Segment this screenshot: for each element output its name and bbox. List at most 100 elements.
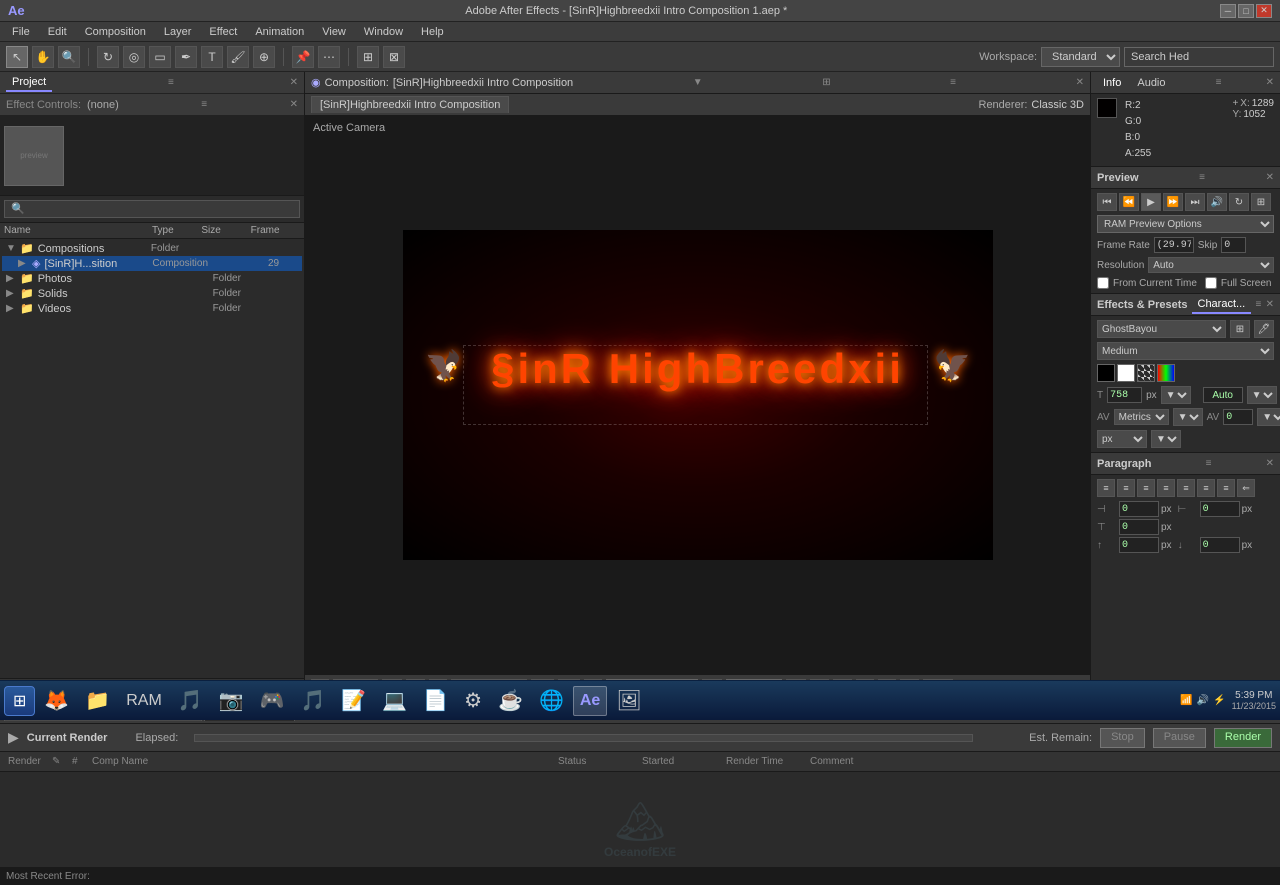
tool-hand[interactable]: ✋ xyxy=(32,46,54,68)
auto-unit-select[interactable]: ▼ xyxy=(1247,386,1277,404)
list-item[interactable]: ▼ 📁 Compositions Folder xyxy=(2,241,302,256)
tool-3d-a[interactable]: ⊞ xyxy=(357,46,379,68)
justify-center-btn[interactable]: ≡ xyxy=(1177,479,1195,497)
resolution-select[interactable]: Auto xyxy=(1148,257,1274,273)
render-button[interactable]: Render xyxy=(1214,728,1272,748)
preview-panel-close[interactable]: ✕ xyxy=(1266,172,1274,183)
main-unit-select[interactable]: px xyxy=(1097,430,1147,448)
prev-loop-btn[interactable]: ↻ xyxy=(1229,193,1249,211)
taskbar-aftereffects[interactable]: Ae xyxy=(573,686,607,716)
panel-menu-btn[interactable]: ≡ xyxy=(168,77,174,88)
preview-panel-menu[interactable]: ≡ xyxy=(1199,172,1205,183)
align-left-btn[interactable]: ≡ xyxy=(1097,479,1115,497)
comp-snap-btn[interactable]: ⊞ xyxy=(822,77,830,88)
taskbar-explorer[interactable]: 📁 xyxy=(78,686,117,716)
color-transparent[interactable] xyxy=(1137,364,1155,382)
close-button[interactable]: ✕ xyxy=(1256,4,1272,18)
main-unit-dropdown[interactable]: ▼ xyxy=(1151,430,1181,448)
comp-panel-close[interactable]: ✕ xyxy=(1076,77,1084,88)
metrics-select[interactable]: Metrics xyxy=(1114,409,1169,425)
tab-info[interactable]: Info xyxy=(1097,75,1127,91)
stop-button[interactable]: Stop xyxy=(1100,728,1145,748)
tool-rect[interactable]: ▭ xyxy=(149,46,171,68)
taskbar-word[interactable]: 📄 xyxy=(416,686,455,716)
metrics-dropdown[interactable]: ▼ xyxy=(1173,408,1203,426)
taskbar-spotify[interactable]: 🎵 xyxy=(294,686,333,716)
taskbar-camera[interactable]: 📷 xyxy=(212,686,251,716)
comp-tab[interactable]: [SinR]Highbreedxii Intro Composition xyxy=(311,96,509,113)
color-black[interactable] xyxy=(1097,364,1115,382)
comp-menu-btn[interactable]: ▼ xyxy=(693,77,703,88)
effect-panel-close[interactable]: ✕ xyxy=(290,99,298,110)
tool-3d-b[interactable]: ⊠ xyxy=(383,46,405,68)
menu-effect[interactable]: Effect xyxy=(201,24,245,40)
space-before-input[interactable] xyxy=(1119,537,1159,553)
para-panel-menu[interactable]: ≡ xyxy=(1206,458,1212,469)
justify-left-btn[interactable]: ≡ xyxy=(1157,479,1175,497)
project-search-input[interactable] xyxy=(4,200,300,218)
font-style-select[interactable]: Medium xyxy=(1097,342,1274,360)
workspace-select[interactable]: Standard xyxy=(1041,47,1120,67)
taskbar-browser[interactable]: 🌐 xyxy=(532,686,571,716)
effects-panel-close[interactable]: ✕ xyxy=(1266,299,1274,310)
skip-input[interactable] xyxy=(1221,237,1246,253)
color-rainbow[interactable] xyxy=(1157,364,1175,382)
tool-rotate[interactable]: ↻ xyxy=(97,46,119,68)
info-panel-close[interactable]: ✕ xyxy=(1266,77,1274,88)
tool-zoom[interactable]: 🔍 xyxy=(58,46,80,68)
effect-panel-menu[interactable]: ≡ xyxy=(201,99,207,110)
font-browse-btn[interactable]: ⊞ xyxy=(1230,320,1250,338)
tool-cam-orbit[interactable]: ◎ xyxy=(123,46,145,68)
minimize-button[interactable]: ─ xyxy=(1220,4,1236,18)
tab-project[interactable]: Project xyxy=(6,74,52,92)
indent-left-input[interactable] xyxy=(1119,501,1159,517)
taskbar-game[interactable]: 🎮 xyxy=(253,686,292,716)
menu-file[interactable]: File xyxy=(4,24,38,40)
from-current-checkbox[interactable] xyxy=(1097,277,1109,289)
list-item[interactable]: ▶ 📁 Photos Folder xyxy=(2,271,302,286)
para-panel-close[interactable]: ✕ xyxy=(1266,458,1274,469)
prev-play-btn[interactable]: ▶ xyxy=(1141,193,1161,211)
tool-clone[interactable]: ⊕ xyxy=(253,46,275,68)
color-white[interactable] xyxy=(1117,364,1135,382)
kerning-input[interactable] xyxy=(1223,409,1253,425)
taskbar-coffee[interactable]: ☕ xyxy=(491,686,530,716)
font-color-btn[interactable]: 🖊 xyxy=(1254,320,1274,338)
font-select[interactable]: GhostBayou xyxy=(1097,320,1226,338)
auto-input[interactable] xyxy=(1203,387,1243,403)
viewport[interactable]: Active Camera 🦅 §inR HighBreedxii 🦅 xyxy=(305,116,1090,674)
tab-audio[interactable]: Audio xyxy=(1131,75,1171,91)
size-unit-select[interactable]: ▼ xyxy=(1161,386,1191,404)
menu-view[interactable]: View xyxy=(314,24,354,40)
tool-pen[interactable]: ✒ xyxy=(175,46,197,68)
prev-first-btn[interactable]: ⏮ xyxy=(1097,193,1117,211)
prev-last-btn[interactable]: ⏭ xyxy=(1185,193,1205,211)
rtl-btn[interactable]: ⇐ xyxy=(1237,479,1255,497)
prev-prev-btn[interactable]: ⏪ xyxy=(1119,193,1139,211)
kerning-dropdown[interactable]: ▼ xyxy=(1257,408,1280,426)
maximize-button[interactable]: □ xyxy=(1238,4,1254,18)
tool-brush[interactable]: 🖌 xyxy=(227,46,249,68)
prev-audio-btn[interactable]: 🔊 xyxy=(1207,193,1227,211)
taskbar-photos[interactable]: 🖼 xyxy=(609,686,648,716)
prev-options-btn[interactable]: ⊞ xyxy=(1251,193,1271,211)
info-panel-menu[interactable]: ≡ xyxy=(1216,77,1222,88)
align-right-btn[interactable]: ≡ xyxy=(1137,479,1155,497)
tab-character[interactable]: Charact... xyxy=(1192,296,1252,314)
render-expand-arrow[interactable]: ▶ xyxy=(8,729,19,746)
menu-edit[interactable]: Edit xyxy=(40,24,75,40)
tool-snap[interactable]: ⋯ xyxy=(318,46,340,68)
taskbar-ram[interactable]: RAM xyxy=(119,686,169,716)
taskbar-terminal[interactable]: 💻 xyxy=(375,686,414,716)
indent-first-input[interactable] xyxy=(1119,519,1159,535)
menu-composition[interactable]: Composition xyxy=(77,24,154,40)
search-input[interactable] xyxy=(1124,47,1274,67)
effects-panel-menu[interactable]: ≡ xyxy=(1255,299,1261,310)
full-screen-checkbox[interactable] xyxy=(1205,277,1217,289)
panel-close-btn[interactable]: ✕ xyxy=(290,77,298,88)
taskbar-firefox[interactable]: 🦊 xyxy=(37,686,76,716)
pause-button[interactable]: Pause xyxy=(1153,728,1206,748)
framerate-input[interactable] xyxy=(1154,237,1194,253)
taskbar-wordalt[interactable]: 📝 xyxy=(334,686,373,716)
align-center-btn[interactable]: ≡ xyxy=(1117,479,1135,497)
